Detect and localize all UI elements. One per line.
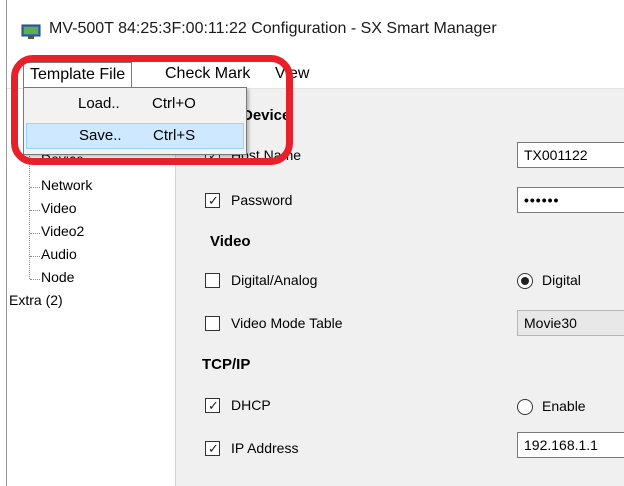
ip-address-label: IP Address — [231, 440, 299, 456]
enable-radio[interactable] — [517, 399, 533, 415]
enable-radio-label: Enable — [542, 398, 586, 414]
ip-address-field[interactable]: 192.168.1.1 — [517, 432, 624, 458]
checkmark-icon: ✓ — [208, 441, 219, 456]
video-mode-label: Video Mode Table — [231, 315, 343, 331]
tree-branch — [30, 279, 40, 280]
video-mode-checkbox[interactable] — [205, 316, 220, 331]
tree-item-video2[interactable]: Video2 — [41, 223, 84, 239]
video-mode-select[interactable]: Movie30 — [517, 310, 624, 336]
tree-connector — [29, 151, 30, 279]
tree-item-network[interactable]: Network — [41, 177, 92, 193]
tree-branch — [30, 210, 40, 211]
digital-analog-checkbox[interactable] — [205, 273, 220, 288]
monitor-icon — [21, 24, 41, 39]
tree-item-audio[interactable]: Audio — [41, 246, 77, 262]
tree-item-video[interactable]: Video — [41, 200, 77, 216]
tree-branch — [30, 233, 40, 234]
checkmark-icon: ✓ — [208, 398, 219, 413]
password-field[interactable]: •••••• — [517, 187, 624, 213]
checkmark-icon: ✓ — [208, 193, 219, 208]
tree-item-extra[interactable]: Extra (2) — [9, 292, 63, 308]
window-title: MV-500T 84:25:3F:00:11:22 Configuration … — [49, 20, 497, 37]
digital-analog-label: Digital/Analog — [231, 272, 318, 288]
dhcp-checkbox[interactable]: ✓ — [205, 398, 220, 413]
password-checkbox[interactable]: ✓ — [205, 193, 220, 208]
tree-item-node[interactable]: Node — [41, 269, 74, 285]
annotation-highlight — [11, 55, 293, 165]
digital-radio[interactable] — [517, 273, 533, 289]
section-tcpip: TCP/IP — [202, 356, 251, 373]
ip-address-checkbox[interactable]: ✓ — [205, 441, 220, 456]
dhcp-label: DHCP — [231, 397, 271, 413]
section-video: Video — [210, 233, 251, 250]
host-name-field[interactable]: TX001122 — [517, 142, 624, 168]
title-bar: MV-500T 84:25:3F:00:11:22 Configuration … — [7, 0, 624, 62]
app-window: MV-500T 84:25:3F:00:11:22 Configuration … — [6, 0, 624, 486]
password-label: Password — [231, 192, 293, 208]
tree-branch — [30, 256, 40, 257]
radio-dot — [521, 277, 529, 285]
tree-branch — [30, 187, 40, 188]
digital-radio-label: Digital — [542, 272, 581, 288]
